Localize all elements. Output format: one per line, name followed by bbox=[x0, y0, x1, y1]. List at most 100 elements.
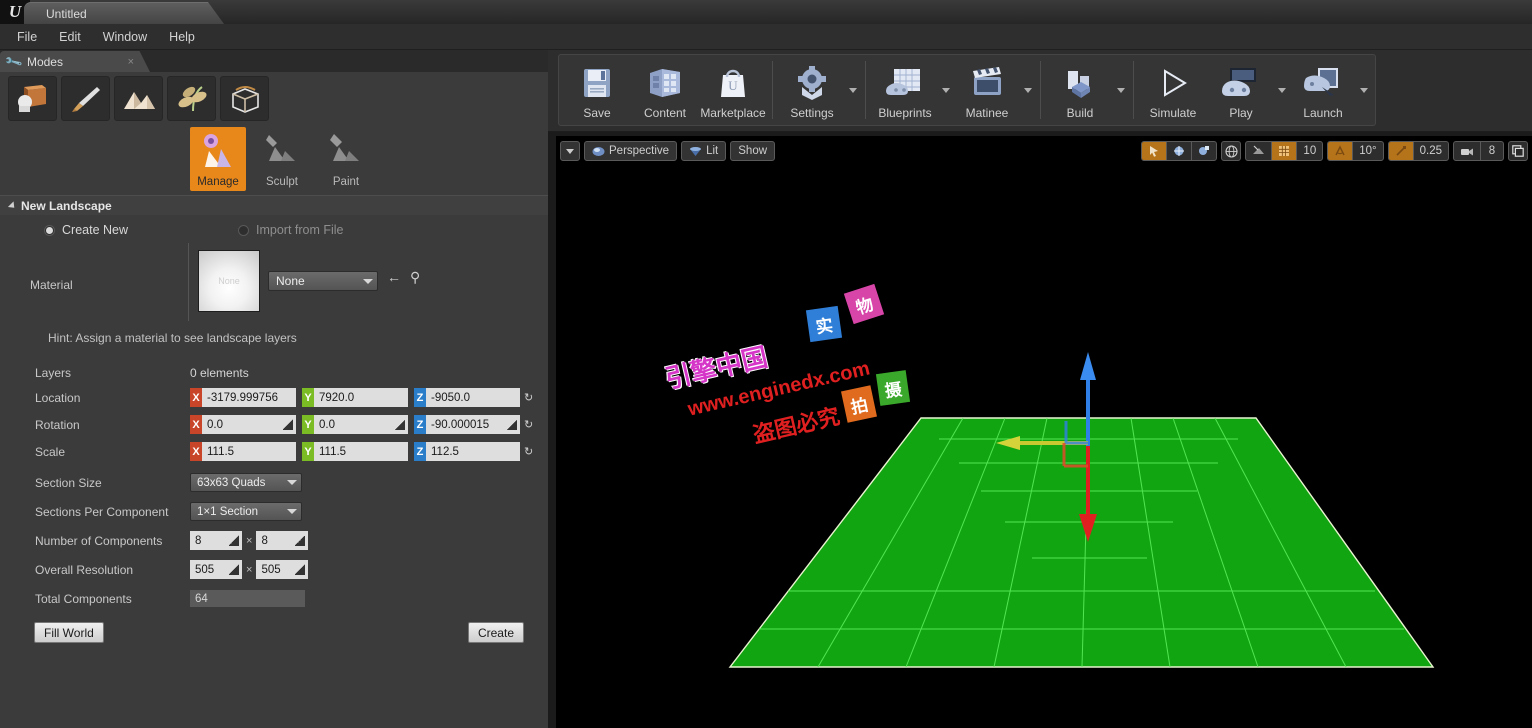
scale-snap-value[interactable]: 0.25 bbox=[1414, 142, 1448, 160]
toolbar-launch-button[interactable]: Launch bbox=[1289, 57, 1357, 123]
mode-button-place[interactable] bbox=[8, 76, 57, 121]
select-mode-button[interactable] bbox=[1142, 142, 1167, 160]
location-label: Location bbox=[35, 390, 81, 405]
coordinate-system-button[interactable] bbox=[1221, 141, 1242, 161]
menu-window[interactable]: Window bbox=[92, 27, 158, 47]
viewport-camera-mode[interactable]: Perspective bbox=[584, 141, 678, 161]
menu-file[interactable]: File bbox=[6, 27, 48, 47]
scale-reset-icon[interactable]: ↻ bbox=[524, 445, 533, 458]
toolbar-blueprints-dropdown[interactable] bbox=[939, 57, 953, 123]
scale-x-input[interactable]: 111.5 bbox=[202, 442, 296, 461]
toolbar-build-button[interactable]: Build bbox=[1046, 57, 1114, 123]
spinner-icon[interactable] bbox=[295, 535, 306, 546]
grid-snap-value[interactable]: 10 bbox=[1297, 142, 1322, 160]
surface-snap-button[interactable] bbox=[1246, 142, 1271, 160]
chevron-down-icon bbox=[849, 87, 857, 93]
landscape-tool-paint[interactable]: Paint bbox=[318, 127, 374, 191]
mode-button-foliage[interactable] bbox=[167, 76, 216, 121]
rotation-x-input[interactable]: 0.0 bbox=[202, 415, 296, 434]
foliage-mode-icon bbox=[178, 85, 206, 111]
location-z-input[interactable]: -9050.0 bbox=[426, 388, 520, 407]
scale-mode-button[interactable] bbox=[1192, 142, 1216, 160]
toolbar-launch-dropdown[interactable] bbox=[1357, 57, 1371, 123]
mode-button-geometry[interactable] bbox=[220, 76, 269, 121]
material-thumbnail[interactable]: None bbox=[198, 250, 260, 312]
build-cubes-icon bbox=[1062, 62, 1098, 104]
material-browse-button[interactable]: ⚲ bbox=[406, 269, 424, 286]
toolbar-content-button[interactable]: Content bbox=[631, 57, 699, 123]
landscape-mode-icon bbox=[123, 91, 155, 109]
radio-import-from-file[interactable]: Import from File bbox=[238, 223, 344, 237]
mode-button-landscape[interactable] bbox=[114, 76, 163, 121]
rotation-reset-icon[interactable]: ↻ bbox=[524, 418, 533, 431]
scale-snap-toggle[interactable] bbox=[1388, 142, 1413, 160]
rotation-z-input[interactable]: -90.000015 bbox=[426, 415, 520, 434]
mode-button-paint[interactable] bbox=[61, 76, 110, 121]
document-tab-label: Untitled bbox=[46, 6, 87, 21]
toolbar-simulate-button[interactable]: Simulate bbox=[1139, 57, 1207, 123]
location-y-input[interactable]: 7920.0 bbox=[314, 388, 408, 407]
create-button[interactable]: Create bbox=[467, 622, 524, 643]
viewport-options-menu[interactable] bbox=[560, 141, 580, 161]
toolbar-group-settings: Settings bbox=[778, 57, 860, 123]
axis-z-badge: Z bbox=[414, 415, 426, 434]
rotation-snap-toggle[interactable] bbox=[1328, 142, 1353, 160]
material-use-selected-button[interactable]: ← bbox=[383, 269, 405, 285]
radio-create-new[interactable]: Create New bbox=[44, 223, 128, 237]
landscape-tool-manage[interactable]: Manage bbox=[190, 127, 246, 191]
location-reset-icon[interactable]: ↻ bbox=[524, 391, 533, 404]
landscape-tool-sculpt[interactable]: Sculpt bbox=[254, 127, 310, 191]
camera-speed-value[interactable]: 8 bbox=[1481, 142, 1503, 160]
scale-y-input[interactable]: 111.5 bbox=[314, 442, 408, 461]
expand-triangle-icon bbox=[7, 200, 18, 211]
title-bar: U Untitled bbox=[0, 0, 1532, 24]
toolbar-matinee-dropdown[interactable] bbox=[1021, 57, 1035, 123]
toolbar-play-dropdown[interactable] bbox=[1275, 57, 1289, 123]
material-row: Material None None ← ⚲ bbox=[0, 239, 548, 327]
number-of-components-height-input[interactable]: 8 bbox=[256, 531, 309, 550]
location-x-input[interactable]: -3179.999756 bbox=[202, 388, 296, 407]
spinner-icon[interactable] bbox=[229, 535, 239, 546]
new-landscape-section-header[interactable]: New Landscape bbox=[0, 195, 548, 215]
document-tab[interactable]: Untitled bbox=[24, 2, 224, 24]
toolbar-save-button[interactable]: Save bbox=[563, 57, 631, 123]
grid-snap-toggle[interactable] bbox=[1272, 142, 1297, 160]
menu-help[interactable]: Help bbox=[158, 27, 206, 47]
viewport-view-mode[interactable]: Lit bbox=[681, 141, 727, 161]
overall-resolution-height-input[interactable]: 505 bbox=[256, 560, 309, 579]
spinner-icon[interactable] bbox=[395, 419, 405, 430]
material-combo[interactable]: None bbox=[268, 271, 378, 291]
spinner-icon[interactable] bbox=[283, 419, 293, 430]
toolbar-matinee-button[interactable]: Matinee bbox=[953, 57, 1021, 123]
section-size-combo[interactable]: 63x63 Quads bbox=[190, 473, 302, 492]
spinner-icon[interactable] bbox=[229, 564, 239, 575]
toolbar-settings-dropdown[interactable] bbox=[846, 57, 860, 123]
toolbar-play-label: Play bbox=[1229, 106, 1253, 120]
rotation-snap-value[interactable]: 10° bbox=[1353, 142, 1382, 160]
scale-z-input[interactable]: 112.5 bbox=[426, 442, 520, 461]
toolbar-blueprints-button[interactable]: Blueprints bbox=[871, 57, 939, 123]
maximize-viewport-button[interactable] bbox=[1508, 141, 1528, 161]
sections-per-component-combo[interactable]: 1×1 Section bbox=[190, 502, 302, 521]
landscape-tool-paint-label: Paint bbox=[332, 176, 360, 188]
viewport-show-menu[interactable]: Show bbox=[730, 141, 776, 161]
rotation-label: Rotation bbox=[35, 417, 80, 432]
rotation-y-input[interactable]: 0.0 bbox=[314, 415, 408, 434]
number-of-components-width-input[interactable]: 8 bbox=[190, 531, 242, 550]
toolbar-play-button[interactable]: Play bbox=[1207, 57, 1275, 123]
spinner-icon[interactable] bbox=[295, 564, 306, 575]
camera-speed-toggle[interactable] bbox=[1454, 142, 1480, 160]
fill-world-button[interactable]: Fill World bbox=[34, 622, 104, 643]
toolbar-simulate-label: Simulate bbox=[1149, 106, 1197, 120]
overall-resolution-width-input[interactable]: 505 bbox=[190, 560, 242, 579]
toolbar-marketplace-button[interactable]: U Marketplace bbox=[699, 57, 767, 123]
level-viewport[interactable]: 引擎中国 www.enginedx.com 盗图必究 实 物 拍 摄 Persp… bbox=[556, 136, 1532, 728]
launch-device-icon bbox=[1304, 62, 1342, 104]
close-icon[interactable]: × bbox=[128, 56, 144, 68]
toolbar-build-dropdown[interactable] bbox=[1114, 57, 1128, 123]
tab-modes[interactable]: 🔧 Modes × bbox=[0, 51, 150, 72]
translate-mode-button[interactable] bbox=[1167, 142, 1191, 160]
menu-edit[interactable]: Edit bbox=[48, 27, 92, 47]
toolbar-settings-button[interactable]: Settings bbox=[778, 57, 846, 123]
spinner-icon[interactable] bbox=[507, 419, 517, 430]
